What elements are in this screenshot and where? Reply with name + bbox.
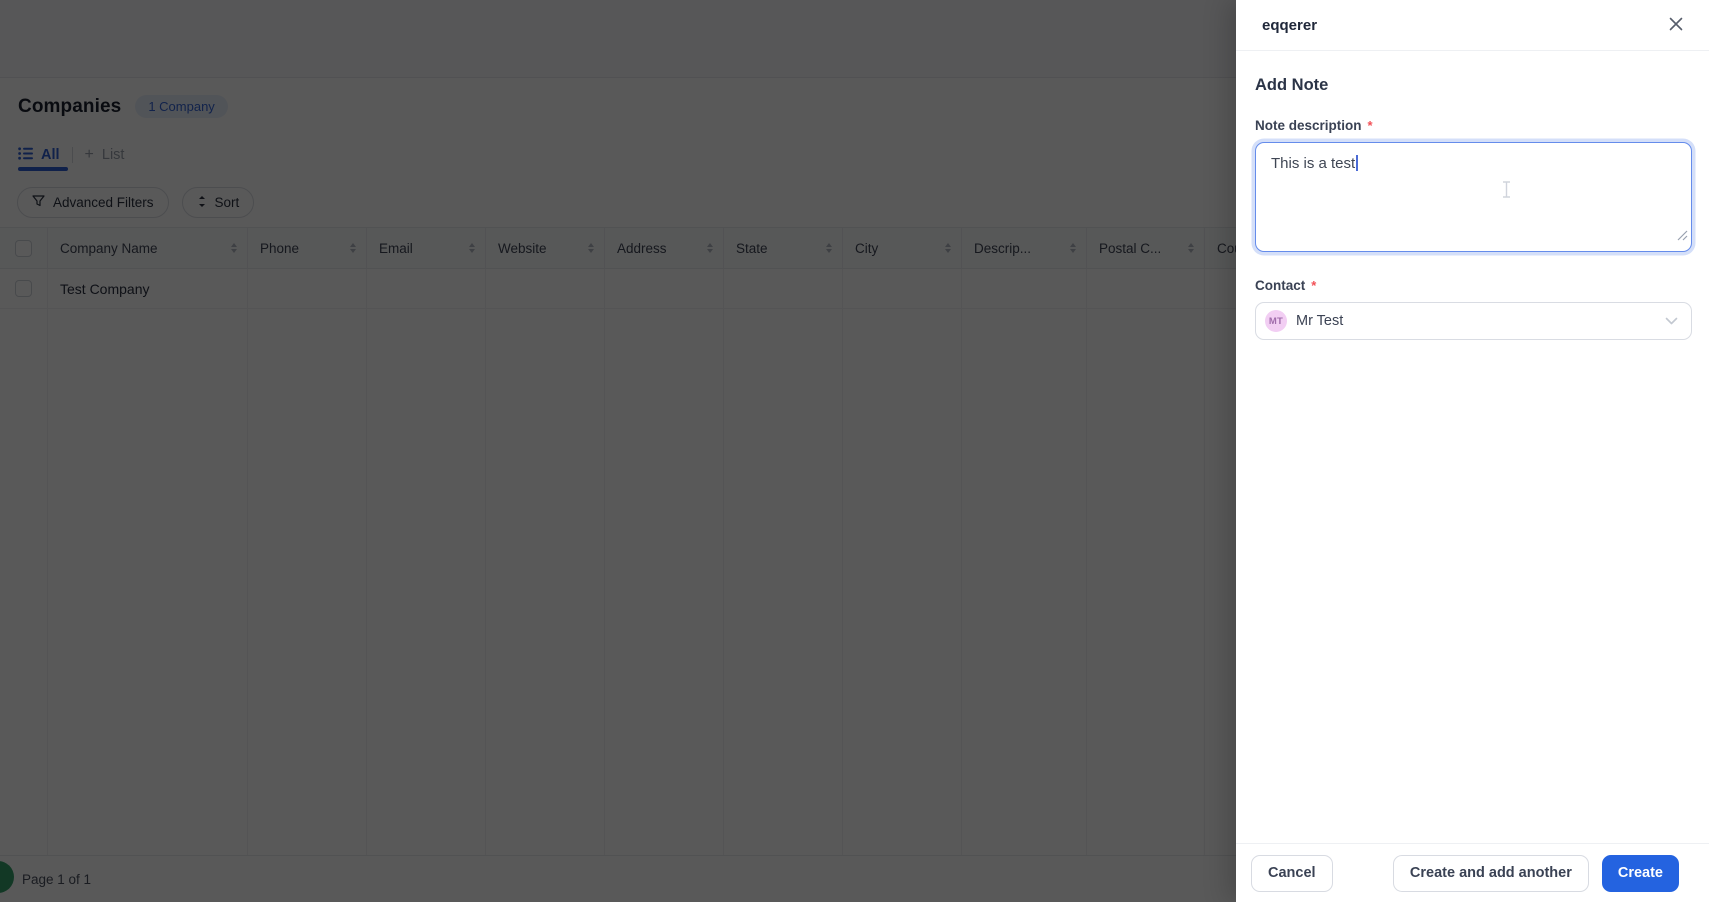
text-caret xyxy=(1356,155,1358,171)
contact-field: Contact * MT Mr Test xyxy=(1255,278,1692,340)
note-description-label: Note description * xyxy=(1255,118,1373,133)
required-asterisk: * xyxy=(1367,118,1373,133)
contact-avatar: MT xyxy=(1265,310,1287,332)
note-description-textarea[interactable]: This is a test xyxy=(1255,142,1692,252)
note-description-field: Note description * This is a test xyxy=(1255,118,1692,252)
contact-select[interactable]: MT Mr Test xyxy=(1255,302,1692,340)
chevron-down-icon xyxy=(1665,317,1678,325)
required-asterisk: * xyxy=(1311,278,1317,293)
close-drawer-button[interactable] xyxy=(1667,15,1685,36)
app-root: Companies 1 Company All + xyxy=(0,0,1709,902)
drawer-heading: Add Note xyxy=(1255,76,1329,94)
drawer-header: eqqerer xyxy=(1236,0,1709,51)
create-and-add-another-button[interactable]: Create and add another xyxy=(1392,854,1589,892)
resize-handle[interactable] xyxy=(1677,226,1688,248)
drawer-footer: Cancel Create and add another Create xyxy=(1236,843,1709,902)
add-note-drawer: eqqerer Add Note Note description * This… xyxy=(1236,0,1709,902)
create-button[interactable]: Create xyxy=(1601,854,1679,892)
drawer-body: Add Note Note description * This is a te… xyxy=(1236,51,1709,843)
note-description-value: This is a test xyxy=(1271,155,1356,172)
cancel-button[interactable]: Cancel xyxy=(1251,854,1333,892)
contact-selected-value: Mr Test xyxy=(1296,313,1344,329)
ibeam-cursor xyxy=(1502,181,1511,205)
contact-label: Contact * xyxy=(1255,278,1317,293)
close-icon xyxy=(1669,17,1683,30)
drawer-title: eqqerer xyxy=(1262,16,1318,34)
